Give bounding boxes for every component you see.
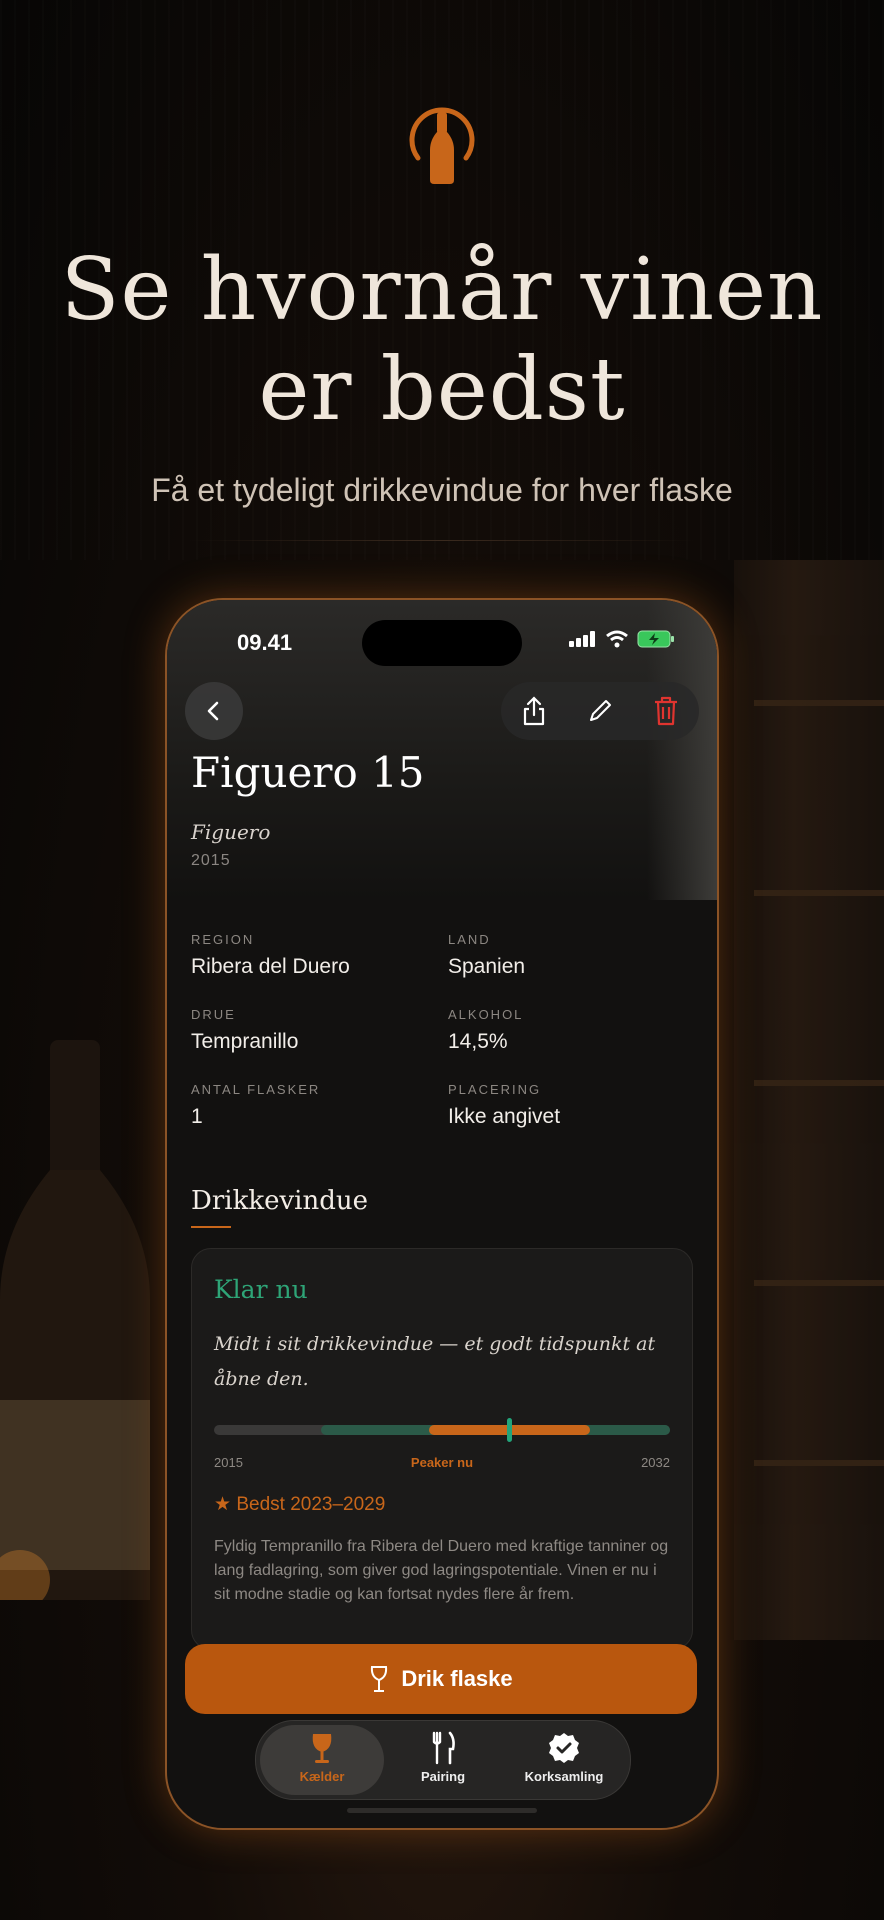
fact-grape: DRUE Tempranillo (191, 1007, 299, 1053)
wine-name: Figuero 15 (191, 748, 425, 797)
badge-check-icon (549, 1733, 579, 1763)
star-icon: ★ (214, 1494, 232, 1515)
fact-location: PLACERING Ikke angivet (448, 1082, 561, 1128)
dynamic-island (362, 620, 522, 666)
tab-cellar[interactable]: Kælder (260, 1725, 384, 1795)
delete-button[interactable] (646, 691, 686, 731)
drink-bottle-label: Drik flaske (401, 1666, 513, 1691)
ready-status: Klar nu (214, 1275, 308, 1304)
home-indicator (347, 1808, 537, 1813)
wine-producer: Figuero (191, 820, 271, 844)
best-period: ★ Bedst 2023–2029 (214, 1493, 385, 1516)
fact-bottle-count: ANTAL FLASKER 1 (191, 1082, 321, 1128)
share-icon (523, 696, 545, 726)
status-time: 09.41 (237, 630, 293, 655)
fact-region: REGION Ribera del Duero (191, 932, 350, 978)
drinking-window-title: Drikkevindue (191, 1186, 369, 1216)
fact-alcohol: ALKOHOL 14,5% (448, 1007, 524, 1053)
best-period-text: Bedst 2023–2029 (236, 1494, 386, 1515)
trash-icon (655, 696, 677, 726)
tasting-note: Fyldig Tempranillo fra Ribera del Duero … (214, 1538, 669, 1603)
battery-charging-icon (637, 630, 674, 648)
timeline-now-marker (507, 1418, 513, 1442)
tab-cellar-label: Kælder (299, 1769, 345, 1784)
tab-cork-collection-label: Korksamling (524, 1769, 604, 1784)
fact-country: LAND Spanien (448, 932, 526, 978)
fork-knife-icon (432, 1731, 455, 1765)
wine-facts: REGION Ribera del Duero LAND Spanien DRUE T… (191, 932, 691, 1129)
background-bottle (0, 1040, 150, 1600)
page-title: Se hvornår vinen er bedst (0, 240, 884, 440)
signal-icon (569, 631, 595, 647)
chevron-left-icon (207, 701, 219, 721)
title-line-2: er bedst (258, 340, 626, 440)
timeline-peak-label: Peaker nu (410, 1455, 474, 1470)
share-button[interactable] (514, 691, 554, 731)
wifi-icon (606, 630, 628, 648)
drinking-window-timeline (214, 1418, 670, 1442)
status-icons (569, 630, 675, 648)
tab-cork-collection[interactable]: Korksamling (502, 1725, 626, 1795)
tab-pairing[interactable]: Pairing (381, 1725, 505, 1795)
drink-bottle-button[interactable]: Drik flaske (185, 1644, 697, 1714)
edit-button[interactable] (580, 691, 620, 731)
timeline-end-label: 2032 (641, 1455, 670, 1470)
background-wine-shelf (734, 560, 884, 1640)
wine-glass-icon (371, 1666, 388, 1692)
title-line-1: Se hvornår vinen (60, 240, 824, 340)
status-description: Midt i sit drikkevindue — et godt tidspu… (214, 1333, 656, 1390)
page-subtitle: Få et tydeligt drikkevindue for hver fla… (151, 472, 733, 508)
back-button[interactable] (185, 682, 243, 740)
tab-bar: Kælder Pairing Korksamling (255, 1720, 631, 1800)
drinking-window-card: Klar nu Midt i sit drikkevindue — et god… (191, 1248, 693, 1650)
phone-mockup: 09.41 Figuero 15 Figuero 2015 REGION Ribe… (165, 598, 719, 1830)
tab-pairing-label: Pairing (420, 1769, 466, 1784)
section-underline (191, 1226, 231, 1228)
action-toolbar (501, 682, 699, 740)
wine-glass-icon (312, 1734, 332, 1763)
wine-vintage: 2015 (191, 852, 231, 869)
pencil-icon (590, 700, 611, 721)
divider (190, 540, 694, 541)
wine-bottle-icon (409, 107, 475, 184)
